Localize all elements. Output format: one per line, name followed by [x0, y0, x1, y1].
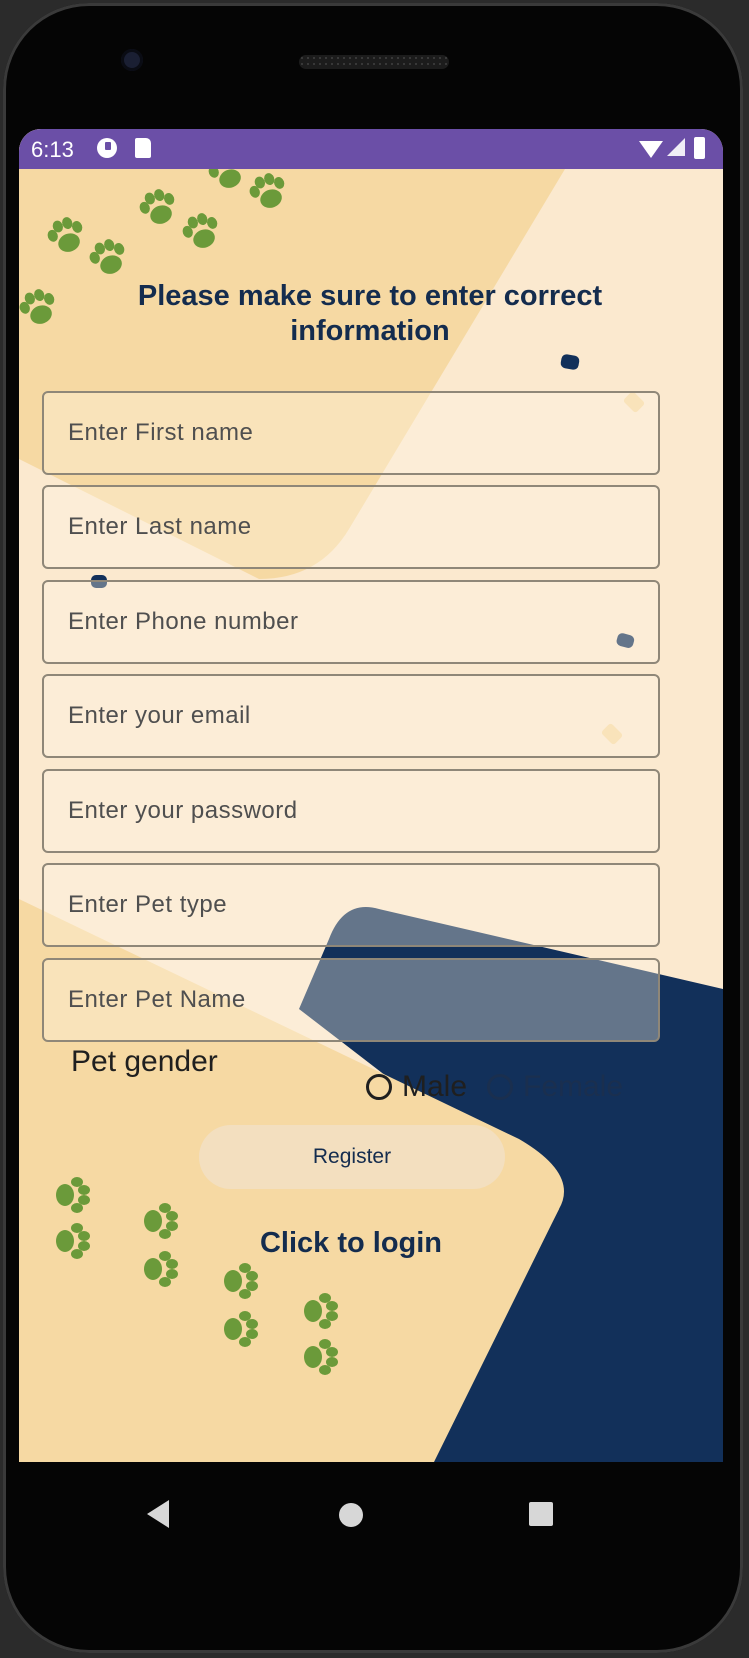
- front-camera: [121, 49, 143, 71]
- pet-name-input[interactable]: [42, 958, 660, 1042]
- app-screen: 6:13 Please make sure to enter correct i…: [19, 129, 723, 1462]
- phone-frame: 6:13 Please make sure to enter correct i…: [3, 3, 743, 1653]
- first-name-input[interactable]: [42, 391, 660, 475]
- app-notification-icon: [97, 138, 117, 158]
- email-input[interactable]: [42, 674, 660, 758]
- pet-type-input[interactable]: [42, 863, 660, 947]
- gender-radio-male[interactable]: Male: [366, 1067, 467, 1107]
- status-time: 6:13: [31, 137, 74, 162]
- radio-label-female: Female: [523, 1070, 624, 1103]
- home-icon[interactable]: [339, 1503, 363, 1527]
- login-link[interactable]: Click to login: [169, 1227, 533, 1260]
- status-bar: 6:13: [19, 129, 723, 169]
- pet-gender-label: Pet gender: [71, 1045, 218, 1078]
- radio-circle-icon[interactable]: [487, 1074, 513, 1100]
- register-button[interactable]: Register: [199, 1125, 505, 1189]
- navigation-bar: [19, 1462, 723, 1582]
- phone-number-input[interactable]: [42, 580, 660, 664]
- back-icon[interactable]: [147, 1500, 169, 1528]
- form-heading: Please make sure to enter correct inform…: [137, 280, 603, 347]
- radio-circle-icon[interactable]: [366, 1074, 392, 1100]
- earpiece-speaker: [299, 55, 449, 69]
- sd-card-icon: [135, 138, 151, 158]
- last-name-input[interactable]: [42, 485, 660, 569]
- battery-icon: [694, 137, 705, 159]
- gender-radio-female[interactable]: Female: [487, 1067, 623, 1107]
- password-input[interactable]: [42, 769, 660, 853]
- radio-label-male: Male: [402, 1070, 468, 1103]
- wifi-icon: [639, 141, 663, 158]
- recents-icon[interactable]: [529, 1502, 553, 1526]
- cell-signal-icon: [667, 138, 685, 156]
